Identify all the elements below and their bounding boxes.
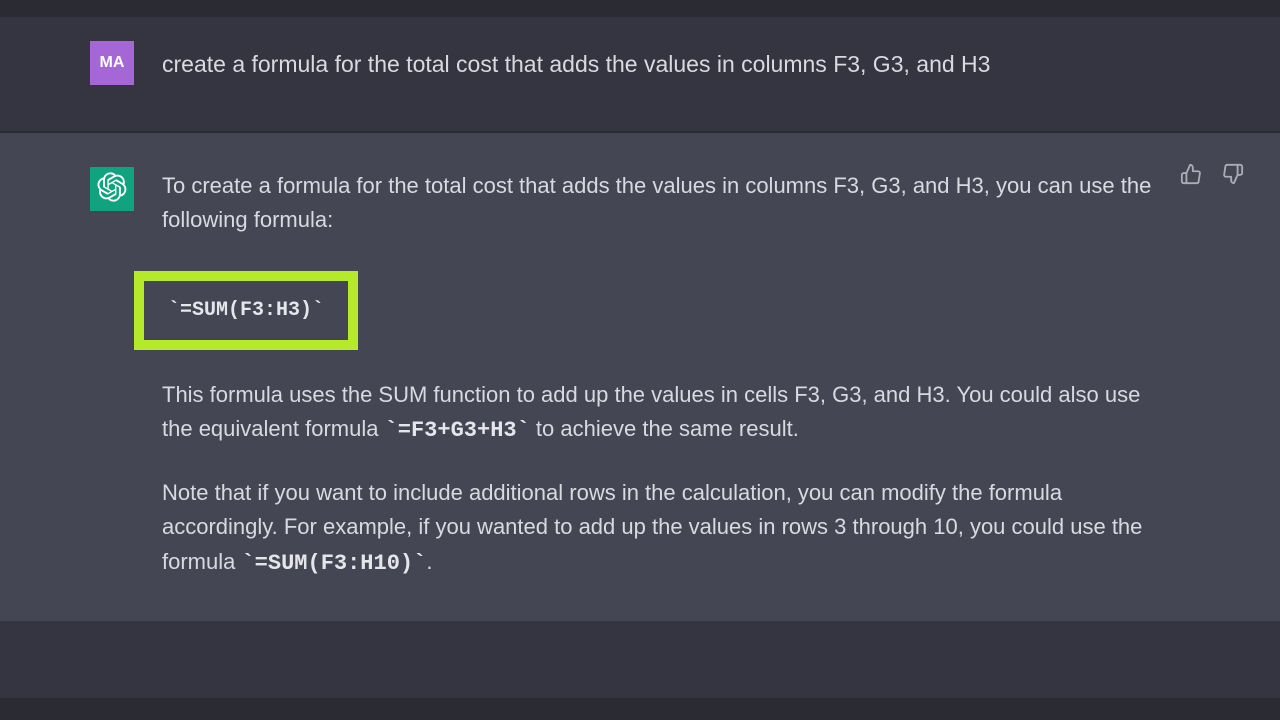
- para2-text-b: to achieve the same result.: [530, 416, 799, 441]
- feedback-buttons: [1178, 163, 1246, 189]
- user-message-content: create a formula for the total cost that…: [162, 41, 1162, 85]
- user-message-row: MA create a formula for the total cost t…: [0, 17, 1280, 132]
- assistant-message-content: To create a formula for the total cost t…: [162, 167, 1162, 581]
- assistant-paragraph-2: This formula uses the SUM function to ad…: [162, 378, 1162, 448]
- assistant-message-row: To create a formula for the total cost t…: [0, 132, 1280, 621]
- inline-formula-2: `=SUM(F3:H10)`: [241, 551, 426, 576]
- inline-formula-1: `=F3+G3+H3`: [385, 418, 530, 443]
- user-message-text: create a formula for the total cost that…: [162, 51, 990, 77]
- thumbs-up-button[interactable]: [1178, 163, 1204, 189]
- thumbs-down-button[interactable]: [1220, 163, 1246, 189]
- user-avatar: MA: [90, 41, 134, 85]
- formula-highlight-box: `=SUM(F3:H3)`: [134, 271, 358, 350]
- para3-text-b: .: [426, 549, 432, 574]
- thumbs-down-icon: [1222, 163, 1244, 190]
- assistant-intro: To create a formula for the total cost t…: [162, 169, 1162, 237]
- assistant-paragraph-3: Note that if you want to include additio…: [162, 476, 1162, 580]
- bottom-bar: [0, 698, 1280, 720]
- top-bar: [0, 0, 1280, 17]
- assistant-avatar: [90, 167, 134, 211]
- user-avatar-initials: MA: [100, 54, 125, 72]
- openai-icon: [97, 172, 127, 207]
- thumbs-up-icon: [1180, 163, 1202, 190]
